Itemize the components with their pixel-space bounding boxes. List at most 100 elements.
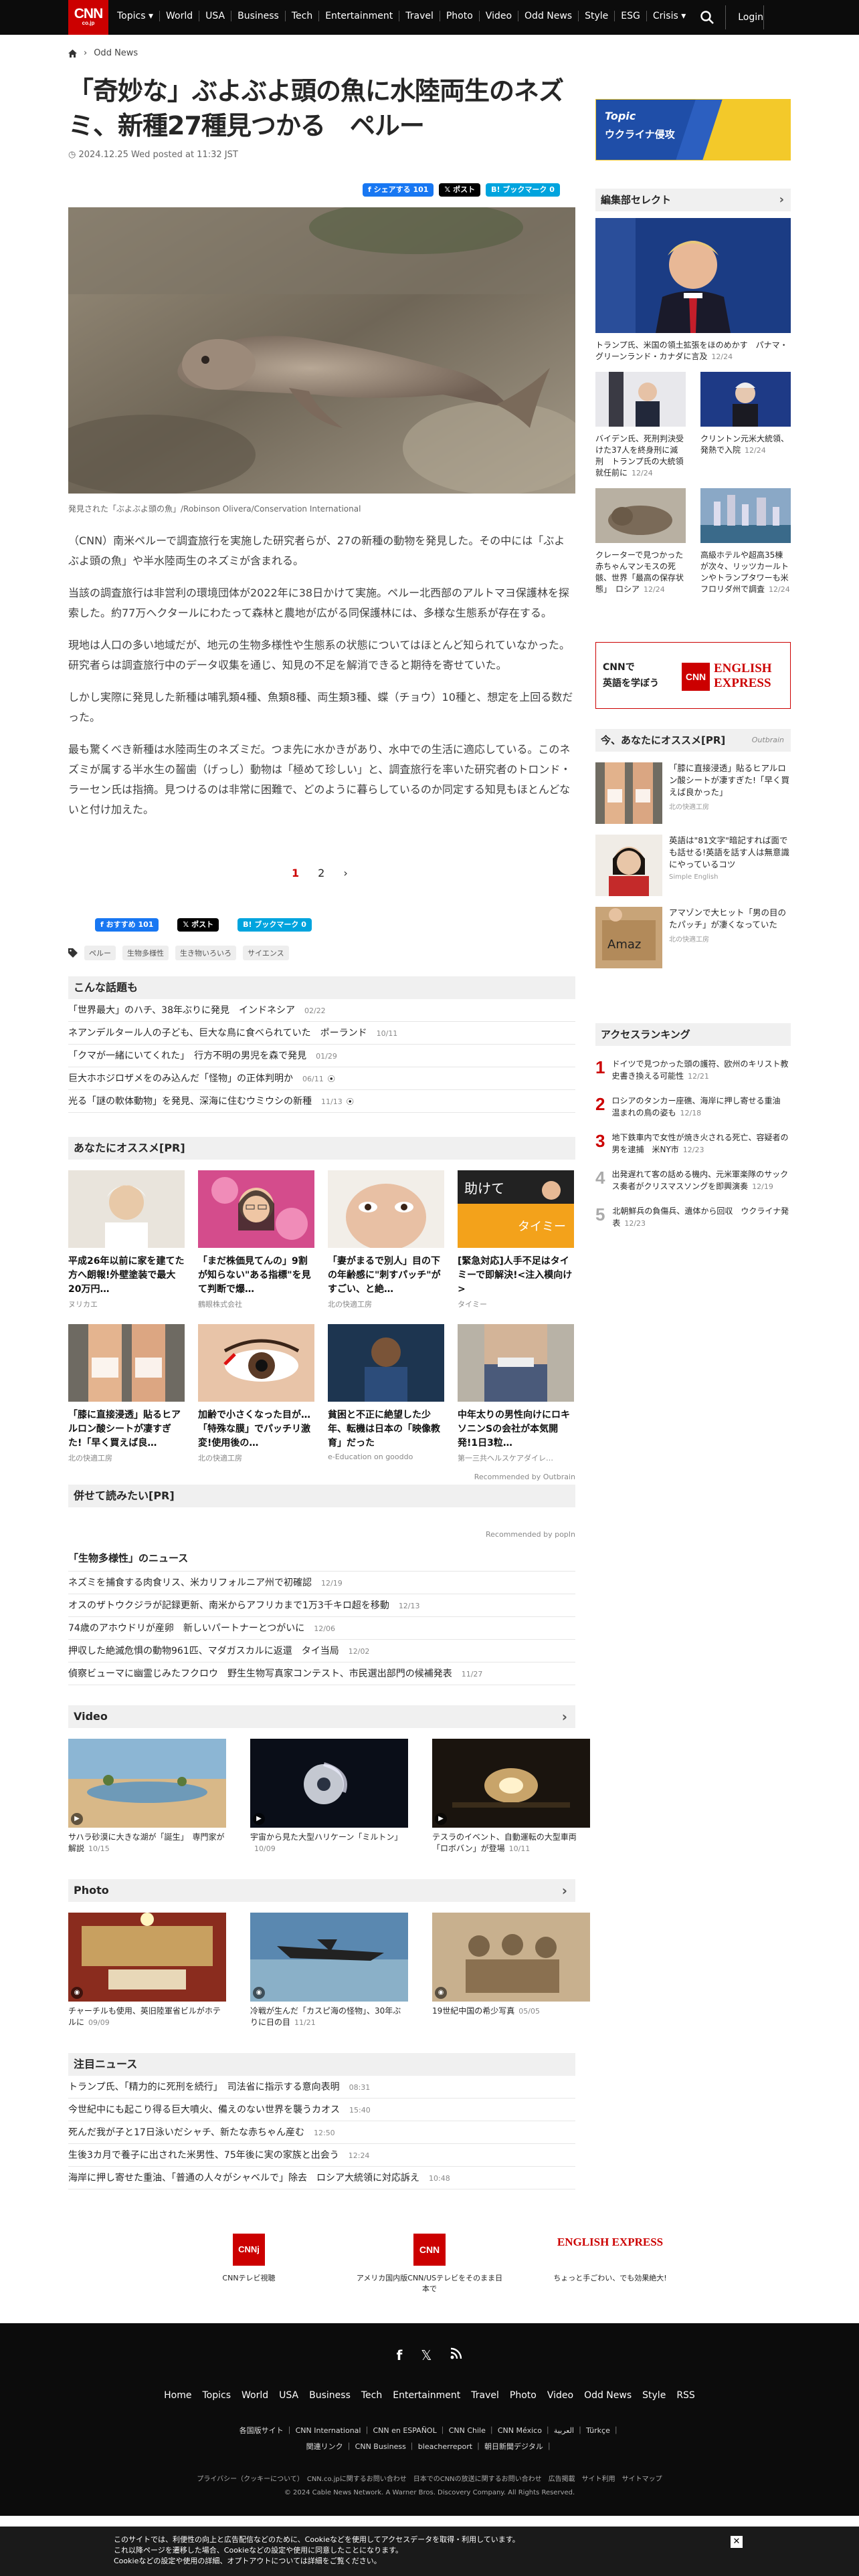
tag-creatures[interactable]: 生き物いろいろ [175, 946, 236, 960]
hatena-bookmark-button[interactable]: B! ブックマーク 0 [237, 918, 312, 932]
page-2[interactable]: 2 [318, 867, 324, 879]
editor-card[interactable]: クレーターで見つかった赤ちゃんマンモスの死骸、世界「最高の保存状態」 ロシア 12… [595, 488, 686, 595]
editor-big-card[interactable]: トランプ氏、米国の領土拡張をほのめかす パナマ・グリーンランド・カナダに言及 12… [595, 218, 791, 362]
tag-science[interactable]: サイエンス [243, 946, 289, 960]
english-express-banner[interactable]: CNNで 英語を学ぼう CNN ENGLISH EXPRESS [595, 642, 791, 709]
footer-nav-odd-news[interactable]: Odd News [579, 2390, 637, 2401]
ad-item[interactable]: Amaz アマゾンで大ヒット「男の目のたパッチ」が凄くなっていた 北の快適工房 [595, 907, 791, 968]
list-item[interactable]: トランプ氏、「精力的に死刑を続行」 司法省に指示する意向表明 08:31 [68, 2076, 575, 2099]
section-heading[interactable]: Video › [68, 1705, 575, 1728]
ad-card[interactable]: 加齢で小さくなった目が…「特殊な膜」でパッチリ激変!使用後の… 北の快適工房 [198, 1324, 314, 1463]
nav-travel[interactable]: Travel [399, 11, 440, 21]
english-express-link[interactable]: ENGLISH EXPRESS ちょっと手ごわい、でも効果絶大! [537, 2234, 684, 2283]
hatena-bookmark-button[interactable]: B! ブックマーク 0 [486, 183, 560, 197]
ad-card[interactable]: 助けて タイミー [緊急対応]人手不足はタイミーで即解決!<注入模向け> タイミー [458, 1170, 574, 1309]
footer-nav-rss[interactable]: RSS [671, 2390, 700, 2401]
ad-card[interactable]: 「膝に直接浸透」貼るヒアルロン酸シートが凄すぎた!「早く買えば良… 北の快適工房 [68, 1324, 185, 1463]
nav-tech[interactable]: Tech [284, 11, 318, 21]
list-item[interactable]: 海岸に押し寄せた重油、「普通の人々がシャベルで」除去 ロシア大統領に対応訴え 10… [68, 2167, 575, 2189]
ranking-item[interactable]: 5 北朝鮮兵の負傷兵、遺体から回収 ウクライナ発表 12/23 [595, 1205, 791, 1230]
nav-style[interactable]: Style [578, 11, 614, 21]
nav-entertainment[interactable]: Entertainment [318, 11, 399, 21]
breadcrumb-odd-news[interactable]: Odd News [94, 48, 138, 58]
footer-nav-home[interactable]: Home [159, 2390, 197, 2401]
list-item[interactable]: 生後3カ月で養子に出された米男性、75年後に実の家族と出会う 12:24 [68, 2144, 575, 2167]
footer-nav-travel[interactable]: Travel [466, 2390, 504, 2401]
list-item[interactable]: 今世紀中にも起こり得る巨大噴火、備えのない世界を襲うカオス 15:40 [68, 2099, 575, 2121]
page-1[interactable]: 1 [292, 867, 299, 879]
footer-nav-business[interactable]: Business [304, 2390, 356, 2401]
photo-card[interactable]: ◉ チャーチルも使用、英旧陸軍省ビルがホテルに 09/09 [68, 1913, 226, 2028]
ad-card[interactable]: 平成26年以前に家を建てた方へ朗報!外壁塗装で最大20万円… ヌリカエ [68, 1170, 185, 1309]
section-heading[interactable]: 編集部セレクト › [595, 189, 791, 211]
tag-peru[interactable]: ペルー [84, 946, 116, 960]
list-item[interactable]: 偵察ビューマに幽霊じみたフクロウ 野生生物写真家コンテスト、市民選出部門の候補発… [68, 1662, 575, 1685]
list-item[interactable]: 光る「謎の軟体動物」を発見、深海に住むウミウシの新種 11/13 ⦿ [68, 1090, 575, 1113]
nav-business[interactable]: Business [231, 11, 285, 21]
footer-nav-photo[interactable]: Photo [504, 2390, 542, 2401]
outbrain-logo[interactable]: Outbrain [752, 729, 784, 752]
footer-nav-tech[interactable]: Tech [356, 2390, 387, 2401]
video-card[interactable]: ▶ サハラ砂漠に大きな湖が「誕生」 専門家が解説 10/15 [68, 1739, 226, 1854]
list-item[interactable]: 「クマが一緒にいてくれた」 行方不明の男児を森で発見 01/29 [68, 1045, 575, 1067]
next-page-button[interactable]: › [343, 867, 347, 879]
legal-links[interactable]: プライバシー（クッキーについて） CNN.co.jpに関するお問い合わせ 日本で… [0, 2473, 859, 2483]
video-card[interactable]: ▶ テスラのイベント、自動運転の大型車両「ロボバン」が登場 10/11 [432, 1739, 590, 1854]
facebook-share-button[interactable]: f シェアする 101 [363, 183, 434, 197]
close-icon[interactable]: ✕ [731, 2536, 743, 2548]
x-post-button[interactable]: 𝕏 ポスト [439, 183, 481, 197]
cnn-us-link[interactable]: CNN アメリカ国内版CNN/USテレビをそのまま日本で [356, 2234, 503, 2294]
search-icon[interactable] [700, 10, 714, 25]
nav-usa[interactable]: USA [199, 11, 231, 21]
ranking-item[interactable]: 1 ドイツで見つかった頭の護符、欧州のキリスト教史書き換える可能性 12/21 [595, 1058, 791, 1083]
topic-banner[interactable]: Topic ウクライナ侵攻 [595, 98, 791, 161]
ad-card[interactable]: 「まだ株価見てんの」9割が知らない"ある指標"を見て判断で爆… 鶴眼株式会社 [198, 1170, 314, 1309]
ad-card[interactable]: 貧困と不正に絶望した少年、転機は日本の「映像教育」だった e-Education … [328, 1324, 444, 1463]
nav-photo[interactable]: Photo [439, 11, 479, 21]
home-icon[interactable] [68, 49, 77, 58]
international-links[interactable]: 各国版サイト ｜ CNN International ｜ CNN en ESPA… [0, 2425, 859, 2436]
x-icon[interactable]: 𝕏 [421, 2347, 432, 2363]
nav-crisis[interactable]: Crisis ▾ [646, 11, 692, 21]
photo-card[interactable]: ◉ 冷戦が生んだ「カスピ海の怪物」、30年ぶりに日の目 11/21 [250, 1913, 408, 2028]
list-item[interactable]: オスのザトウクジラが記録更新、南米からアフリカまで1万3千キロ超を移動 12/13 [68, 1594, 575, 1617]
ad-card[interactable]: 「妻がまるで別人」目の下の年齢感に"刺すパッチ"がすごい、と絶… 北の快適工房 [328, 1170, 444, 1309]
editor-card[interactable]: クリントン元米大統領、発熱で入院 12/24 [700, 372, 791, 479]
list-item[interactable]: 「世界最大」のハチ、38年ぶりに発見 インドネシア 02/22 [68, 999, 575, 1022]
ranking-item[interactable]: 3 地下鉄車内で女性が焼き火される死亡、容疑者の男を逮捕 米NY市 12/23 [595, 1132, 791, 1156]
footer-nav-video[interactable]: Video [542, 2390, 579, 2401]
ad-card[interactable]: 中年太りの男性向けにロキソニンSの会社が本気開発!1日3粒… 第一三共ヘルスケアダ… [458, 1324, 574, 1463]
section-heading[interactable]: Photo › [68, 1879, 575, 1902]
outbrain-credit[interactable]: Recommended by Outbrain [68, 1473, 575, 1481]
list-item[interactable]: ネズミを捕食する肉食リス、米カリフォルニア州で初確認 12/19 [68, 1572, 575, 1594]
ad-item[interactable]: 「膝に直接浸透」貼るヒアルロン酸シートが凄すぎた!「早く買えば良かった」 北の快適… [595, 762, 791, 824]
ranking-item[interactable]: 4 出発遅れて客の話める機内、元米軍楽隊のサックス奏者がクリスマスソングを即興演奏… [595, 1168, 791, 1193]
nav-video[interactable]: Video [478, 11, 518, 21]
footer-nav-entertainment[interactable]: Entertainment [387, 2390, 466, 2401]
cnnj-link[interactable]: CNNj CNNテレビ視聴 [175, 2234, 322, 2283]
footer-nav-topics[interactable]: Topics [197, 2390, 237, 2401]
video-card[interactable]: ▶ 宇宙から見た大型ハリケーン「ミルトン」10/09 [250, 1739, 408, 1854]
rss-icon[interactable] [450, 2347, 462, 2363]
nav-topics[interactable]: Topics ▾ [117, 11, 159, 21]
footer-nav-world[interactable]: World [236, 2390, 274, 2401]
related-links[interactable]: 関連リンク ｜ CNN Business ｜ bleacherreport ｜ … [0, 2441, 859, 2452]
nav-odd-news[interactable]: Odd News [518, 11, 578, 21]
cnn-logo[interactable]: CNN co.jp [68, 0, 108, 35]
list-item[interactable]: 死んだ我が子と17日泳いだシャチ、新たな赤ちゃん産む 12:50 [68, 2121, 575, 2144]
footer-nav-usa[interactable]: USA [274, 2390, 304, 2401]
ranking-item[interactable]: 2 ロシアのタンカー座礁、海岸に押し寄せる重油 温まれの鳥の姿も 12/18 [595, 1095, 791, 1119]
editor-card[interactable]: バイデン氏、死刑判決受けた37人を終身刑に減刑 トランプ氏の大統領就任前に 12/… [595, 372, 686, 479]
list-item[interactable]: 巨大ホホジロザメをのみ込んだ「怪物」の正体判明か 06/11 ⦿ [68, 1067, 575, 1090]
list-item[interactable]: 74歳のアホウドリが産卵 新しいパートナーとつがいに 12/06 [68, 1617, 575, 1640]
ad-item[interactable]: 英語は"81文字"暗記すれば面でも話せる!英語を話す人は無意識にやっているコツ S… [595, 835, 791, 896]
tag-biodiversity[interactable]: 生物多様性 [122, 946, 169, 960]
editor-card[interactable]: 高級ホテルや超高35棟が次々、リッツカールトンやトランプタワーも米フロリダ州で調… [700, 488, 791, 595]
nav-esg[interactable]: ESG [614, 11, 646, 21]
footer-nav-style[interactable]: Style [637, 2390, 671, 2401]
facebook-icon[interactable]: f [397, 2347, 403, 2363]
list-item[interactable]: ネアンデルタール人の子ども、巨大な鳥に食べられていた ポーランド 10/11 [68, 1022, 575, 1045]
popin-credit[interactable]: Recommended by popIn [68, 1530, 575, 1539]
x-post-button[interactable]: 𝕏 ポスト [177, 918, 219, 932]
cookie-details-link[interactable]: Cookieなどの設定や使用の詳細、オプトアウトについては詳細をご覧ください。 [114, 2556, 520, 2567]
